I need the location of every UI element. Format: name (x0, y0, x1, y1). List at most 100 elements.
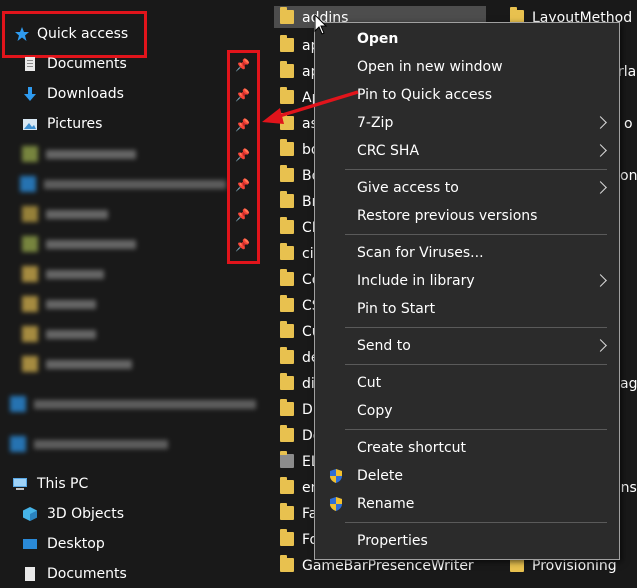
folder-icon (280, 321, 294, 338)
pin-icon[interactable]: 📌 (235, 148, 250, 162)
sidebar-item-label: Downloads (47, 86, 124, 102)
menu-item-label: Give access to (357, 180, 459, 196)
sidebar-item-blurred[interactable] (8, 390, 258, 418)
sidebar-item-label: Pictures (47, 116, 103, 132)
star-icon (15, 27, 29, 41)
sidebar-item-blurred[interactable] (20, 350, 220, 378)
menu-item-restore-versions[interactable]: Restore previous versions (315, 202, 619, 230)
menu-item-label: Restore previous versions (357, 208, 538, 224)
pin-icon[interactable]: 📌 (235, 88, 250, 102)
folder-icon (280, 243, 294, 260)
folder-icon (280, 165, 294, 182)
sidebar-item-pc-documents[interactable]: Documents (20, 560, 220, 588)
sidebar-item-blurred[interactable] (20, 320, 220, 348)
pin-icon[interactable]: 📌 (235, 238, 250, 252)
pin-icon[interactable]: 📌 (235, 178, 250, 192)
pin-icon[interactable]: 📌 (235, 58, 250, 72)
sidebar-item-downloads[interactable]: Downloads (20, 80, 220, 108)
menu-item-scan-viruses[interactable]: Scan for Viruses... (315, 239, 619, 267)
menu-item-label: Properties (357, 533, 428, 549)
folder-icon (22, 206, 38, 222)
file-name: di (302, 376, 315, 392)
folder-icon (280, 555, 294, 572)
sidebar-item-this-pc[interactable]: This PC (12, 470, 212, 498)
sidebar-item-blurred[interactable] (20, 200, 220, 228)
menu-item-label: Delete (357, 468, 403, 484)
folder-icon (22, 266, 38, 282)
cloud-icon (10, 436, 26, 452)
sidebar-item-pictures[interactable]: Pictures (20, 110, 220, 138)
pictures-icon (23, 119, 37, 130)
folder-icon (22, 236, 38, 252)
folder-icon (280, 295, 294, 312)
menu-item-label: Pin to Start (357, 301, 436, 317)
documents-icon (25, 57, 35, 71)
menu-separator (345, 169, 607, 170)
chevron-right-icon (594, 181, 607, 194)
folder-icon (280, 477, 294, 494)
folder-icon (280, 7, 294, 24)
mouse-cursor-icon (314, 14, 328, 35)
menu-item-label: Open (357, 31, 399, 47)
menu-item-crc-sha[interactable]: CRC SHA (315, 137, 619, 165)
computer-icon (13, 478, 27, 490)
cloud-folder-icon (20, 176, 36, 192)
menu-item-include-library[interactable]: Include in library (315, 267, 619, 295)
menu-item-label: Copy (357, 403, 393, 419)
sidebar-item-quick-access[interactable]: Quick access (12, 20, 142, 48)
menu-item-open-new-window[interactable]: Open in new window (315, 53, 619, 81)
sidebar-item-label: Quick access (37, 26, 129, 42)
sidebar-item-documents[interactable]: Documents (20, 50, 220, 78)
menu-separator (345, 522, 607, 523)
menu-item-send-to[interactable]: Send to (315, 332, 619, 360)
folder-icon (280, 35, 294, 52)
sidebar-item-blurred[interactable] (20, 290, 220, 318)
sidebar-item-desktop[interactable]: Desktop (20, 530, 220, 558)
folder-icon (280, 425, 294, 442)
menu-item-label: Pin to Quick access (357, 87, 493, 103)
menu-separator (345, 234, 607, 235)
chevron-right-icon (594, 116, 607, 129)
annotation-arrow-icon (262, 90, 359, 124)
folder-icon (280, 217, 294, 234)
menu-item-label: Open in new window (357, 59, 503, 75)
folder-icon (280, 451, 294, 468)
3d-objects-icon (23, 507, 37, 521)
file-name-fragment: on (620, 168, 637, 184)
shield-icon (330, 497, 342, 511)
menu-item-create-shortcut[interactable]: Create shortcut (315, 434, 619, 462)
sidebar-item-blurred[interactable] (20, 170, 230, 198)
shield-icon (330, 469, 342, 483)
folder-icon (280, 347, 294, 364)
folder-icon (22, 296, 38, 312)
menu-item-give-access[interactable]: Give access to (315, 174, 619, 202)
menu-item-open[interactable]: Open (315, 25, 619, 53)
sidebar-item-blurred[interactable] (20, 260, 220, 288)
menu-item-copy[interactable]: Copy (315, 397, 619, 425)
file-name-fragment: ag (620, 376, 637, 392)
pin-icon[interactable]: 📌 (235, 208, 250, 222)
desktop-icon (23, 539, 37, 549)
sidebar-item-label: Desktop (47, 536, 105, 552)
sidebar-item-blurred[interactable] (8, 430, 208, 458)
folder-icon (280, 373, 294, 390)
folder-icon (280, 269, 294, 286)
folder-icon (22, 326, 38, 342)
menu-separator (345, 429, 607, 430)
sidebar-item-label: 3D Objects (47, 506, 125, 522)
sidebar-item-3d-objects[interactable]: 3D Objects (20, 500, 220, 528)
menu-item-properties[interactable]: Properties (315, 527, 619, 555)
menu-item-cut[interactable]: Cut (315, 369, 619, 397)
sidebar-item-label: Documents (47, 566, 127, 582)
pin-icon[interactable]: 📌 (235, 118, 250, 132)
menu-item-delete[interactable]: Delete (315, 462, 619, 490)
menu-item-pin-to-start[interactable]: Pin to Start (315, 295, 619, 323)
menu-separator (345, 327, 607, 328)
menu-item-rename[interactable]: Rename (315, 490, 619, 518)
menu-item-label: Include in library (357, 273, 475, 289)
sidebar-item-blurred[interactable] (20, 140, 220, 168)
folder-icon (280, 61, 294, 78)
menu-item-label: Create shortcut (357, 440, 467, 456)
sidebar-item-blurred[interactable] (20, 230, 220, 258)
sidebar-item-label: This PC (37, 476, 89, 492)
